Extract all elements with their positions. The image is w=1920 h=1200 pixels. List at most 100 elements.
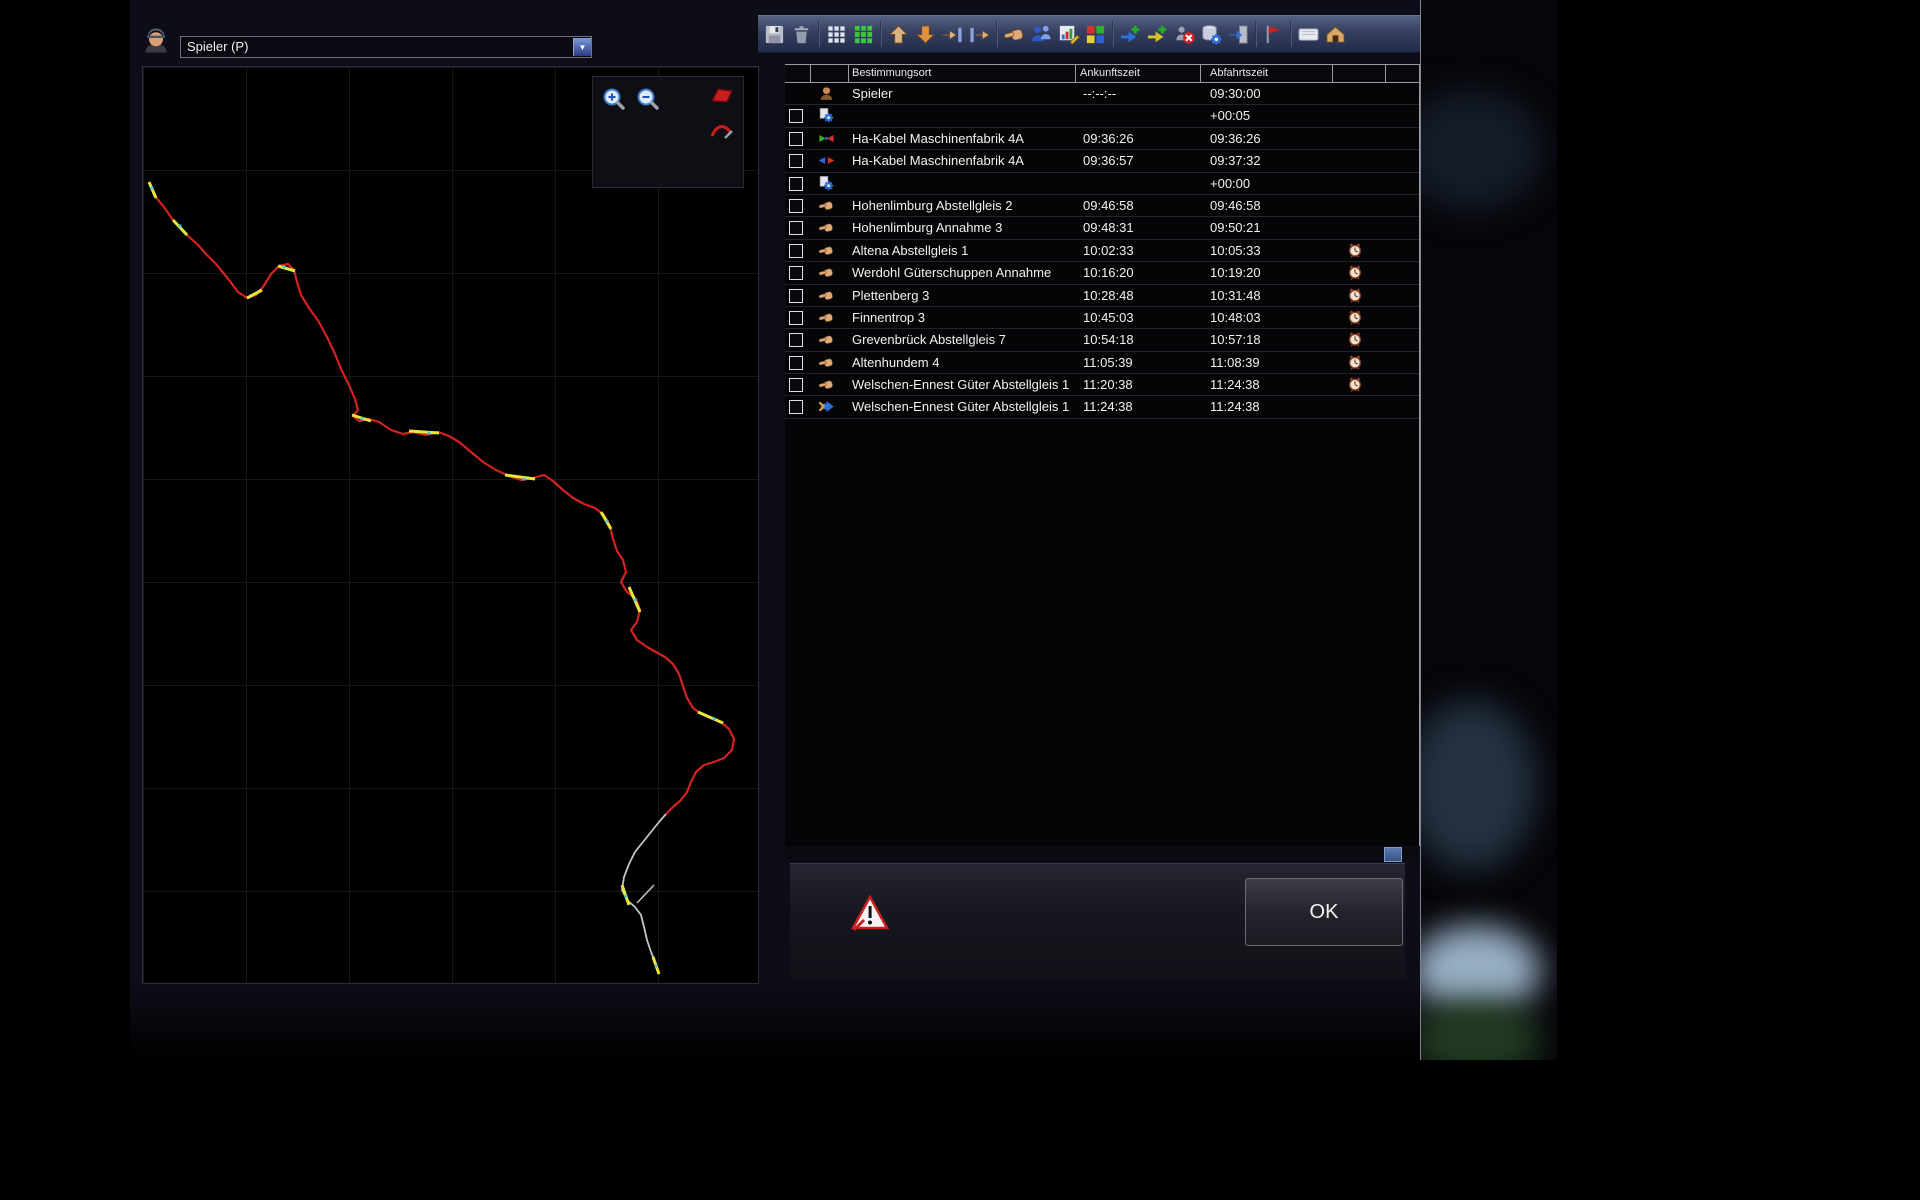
schedule-row[interactable]: Grevenbrück Abstellgleis 710:54:1810:57:…	[785, 329, 1419, 351]
row-checkbox[interactable]	[789, 154, 803, 168]
append-destination-icon[interactable]	[1144, 19, 1171, 49]
remove-destination-icon[interactable]	[1171, 19, 1198, 49]
toolbar-separator	[818, 21, 820, 47]
schedule-row[interactable]: Welschen-Ennest Güter Abstellgleis 111:2…	[785, 396, 1419, 418]
row-checkbox[interactable]	[789, 244, 803, 258]
route-spur-line	[637, 885, 654, 903]
signal-dot	[712, 717, 715, 720]
delete-icon[interactable]	[788, 19, 815, 49]
footer-panel: OK	[790, 863, 1405, 979]
scroll-thumb[interactable]	[1384, 847, 1402, 862]
bottom-fade	[130, 984, 1420, 1060]
schedule-row[interactable]: +00:00	[785, 173, 1419, 195]
route-markers	[149, 182, 723, 974]
signal-dot	[633, 598, 636, 601]
station-marker	[247, 290, 262, 298]
display-icon[interactable]	[1295, 19, 1322, 49]
schedule-row[interactable]: Spieler--:--:--09:30:00	[785, 83, 1419, 105]
zoom-in-button[interactable]	[601, 86, 627, 112]
route-tool-button[interactable]	[709, 118, 735, 144]
destination-label: Werdohl Güterschuppen Annahme	[852, 265, 1051, 280]
move-up-icon[interactable]	[885, 19, 912, 49]
row-checkbox[interactable]	[789, 177, 803, 191]
clock-icon	[1347, 331, 1363, 347]
departure-time: 09:36:26	[1210, 131, 1261, 146]
toolbar	[758, 15, 1420, 53]
schedule-row[interactable]: Hohenlimburg Abstellgleis 209:46:5809:46…	[785, 195, 1419, 217]
departure-time: 09:50:21	[1210, 220, 1261, 235]
import-icon[interactable]	[1225, 19, 1252, 49]
station-marker	[149, 182, 156, 198]
destination-label: Altena Abstellgleis 1	[852, 243, 968, 258]
row-checkbox[interactable]	[789, 289, 803, 303]
clock-icon	[1347, 264, 1363, 280]
zoom-out-button[interactable]	[635, 86, 661, 112]
signal-dot	[427, 431, 430, 434]
row-checkbox[interactable]	[789, 356, 803, 370]
depot-icon[interactable]	[1322, 19, 1349, 49]
station-marker	[698, 712, 723, 723]
arrival-time: 09:36:26	[1083, 131, 1134, 146]
hand-icon	[818, 264, 835, 281]
player-icon	[818, 85, 835, 102]
flag-icon[interactable]	[1260, 19, 1287, 49]
departure-time: 09:30:00	[1210, 86, 1261, 101]
schedule-row[interactable]: Altenhundem 411:05:3911:08:39	[785, 352, 1419, 374]
hand-icon	[818, 219, 835, 236]
insert-after-icon[interactable]	[966, 19, 993, 49]
row-checkbox[interactable]	[789, 333, 803, 347]
schedule-row[interactable]: Altena Abstellgleis 110:02:3310:05:33	[785, 240, 1419, 262]
departure-time: 11:24:38	[1210, 399, 1260, 414]
hand-icon	[818, 354, 835, 371]
uncouple-icon	[818, 152, 835, 169]
column-header-destination: Bestimmungsort	[852, 67, 931, 79]
signal-dot	[150, 186, 153, 189]
hand-icon	[818, 331, 835, 348]
schedule-row[interactable]: +00:05	[785, 105, 1419, 127]
add-destination-icon[interactable]	[1117, 19, 1144, 49]
dropdown-arrow-icon[interactable]: ▼	[573, 38, 591, 56]
destination-label: Plettenberg 3	[852, 288, 929, 303]
schedule-row[interactable]: Hohenlimburg Annahme 309:48:3109:50:21	[785, 217, 1419, 239]
signal-dot	[624, 894, 627, 897]
grid-large-icon[interactable]	[850, 19, 877, 49]
schedule-row[interactable]: Plettenberg 310:28:4810:31:48	[785, 285, 1419, 307]
row-checkbox[interactable]	[789, 199, 803, 213]
insert-before-icon[interactable]	[939, 19, 966, 49]
toolbar-separator	[1290, 21, 1292, 47]
arrange-windows-icon[interactable]	[1082, 19, 1109, 49]
signal-tool-button[interactable]	[709, 84, 735, 110]
row-checkbox[interactable]	[789, 109, 803, 123]
hand-icon[interactable]	[1001, 19, 1028, 49]
grid-small-icon[interactable]	[823, 19, 850, 49]
route-tail-line	[622, 814, 666, 974]
move-down-icon[interactable]	[912, 19, 939, 49]
schedule-row[interactable]: Finnentrop 310:45:0310:48:03	[785, 307, 1419, 329]
schedule-row[interactable]: Werdohl Güterschuppen Annahme10:16:2010:…	[785, 262, 1419, 284]
edit-timetable-icon[interactable]	[1055, 19, 1082, 49]
couple-icon	[818, 130, 835, 147]
row-checkbox[interactable]	[789, 132, 803, 146]
row-checkbox[interactable]	[789, 266, 803, 280]
save-icon[interactable]	[761, 19, 788, 49]
schedule-row[interactable]: Welschen-Ennest Güter Abstellgleis 111:2…	[785, 374, 1419, 396]
scroll-strip[interactable]	[785, 846, 1420, 862]
signal-dot	[282, 265, 285, 268]
player-avatar-icon	[142, 27, 170, 55]
map-panel[interactable]	[142, 66, 759, 984]
arrival-time: 10:54:18	[1083, 332, 1134, 347]
row-checkbox[interactable]	[789, 311, 803, 325]
schedule-row[interactable]: Ha-Kabel Maschinenfabrik 4A09:36:5709:37…	[785, 150, 1419, 172]
crew-icon[interactable]	[1028, 19, 1055, 49]
row-checkbox[interactable]	[789, 378, 803, 392]
player-selector[interactable]: Spieler (P) ▼	[180, 36, 592, 58]
row-checkbox[interactable]	[789, 400, 803, 414]
ok-button[interactable]: OK	[1245, 878, 1403, 946]
database-settings-icon[interactable]	[1198, 19, 1225, 49]
arrival-time: 11:20:38	[1083, 377, 1133, 392]
schedule-row[interactable]: Ha-Kabel Maschinenfabrik 4A09:36:2609:36…	[785, 128, 1419, 150]
station-marker	[505, 475, 535, 479]
row-checkbox[interactable]	[789, 221, 803, 235]
departure-time: 10:31:48	[1210, 288, 1261, 303]
departure-time: 11:08:39	[1210, 355, 1260, 370]
